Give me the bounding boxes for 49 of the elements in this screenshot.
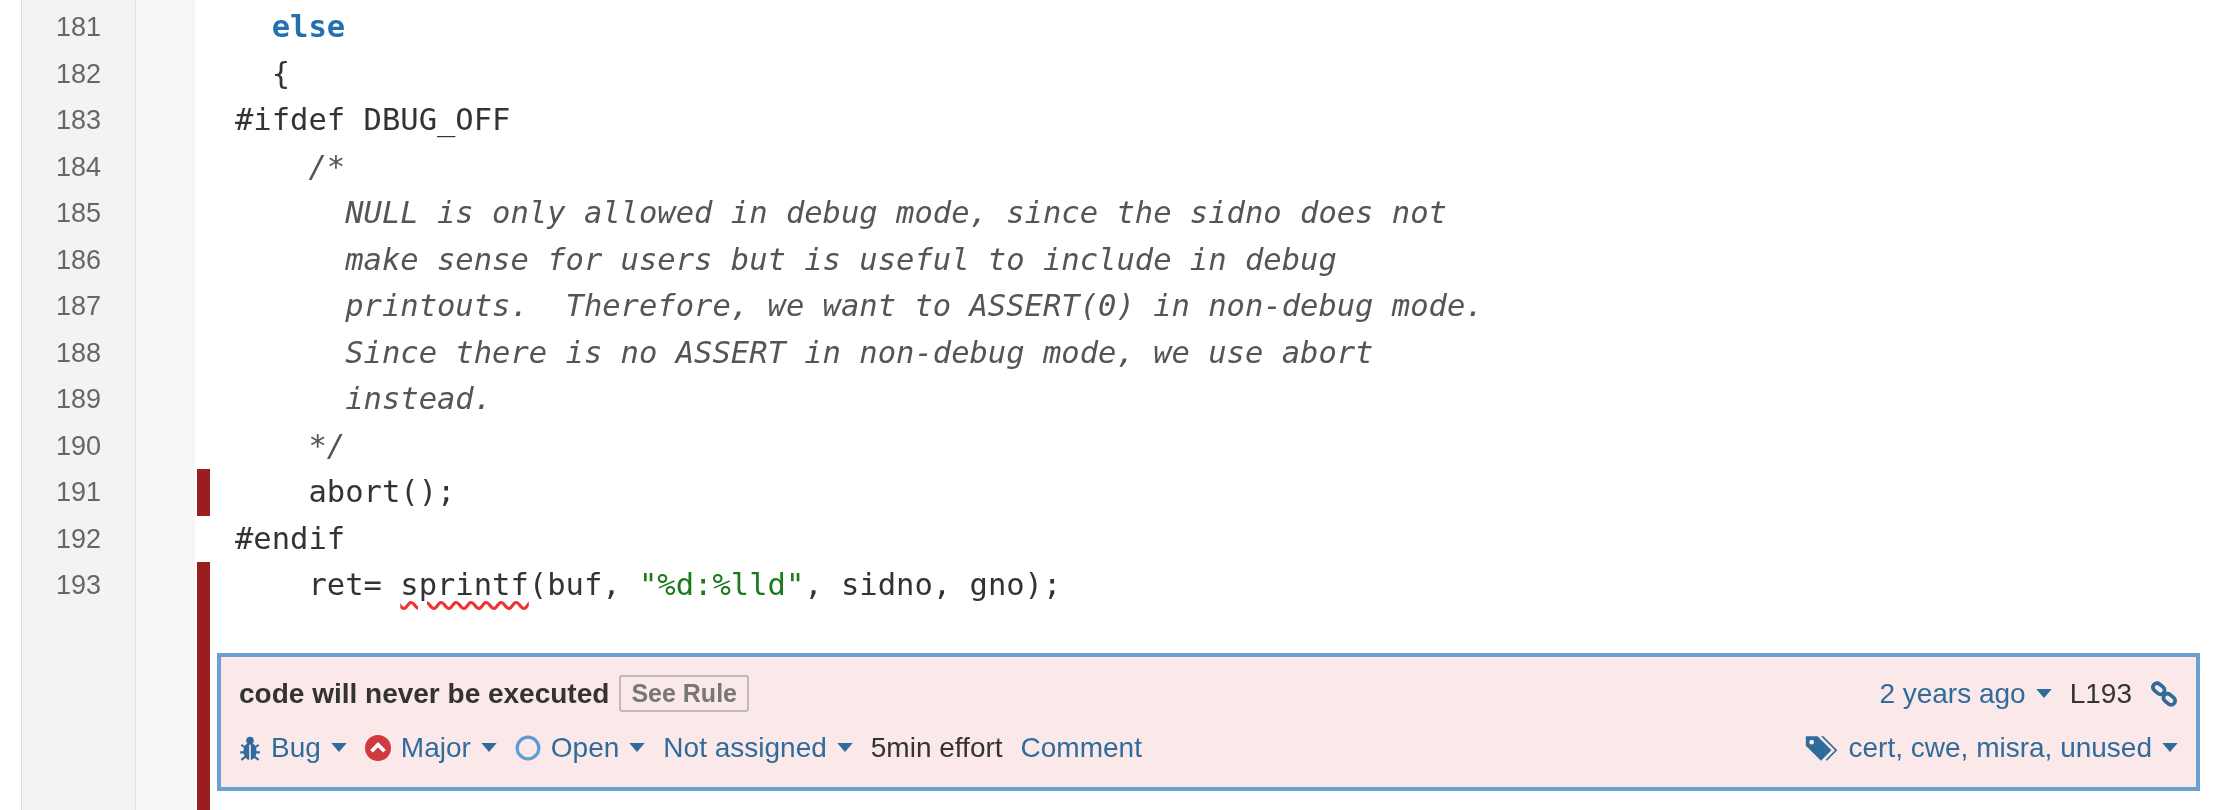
tags-dropdown[interactable]: cert, cwe, misra, unused bbox=[1802, 731, 2178, 764]
code-line: Since there is no ASSERT in non-debug mode, we use abort bbox=[344, 333, 1375, 372]
line-number: 190 bbox=[54, 429, 103, 463]
line-number: 192 bbox=[54, 522, 103, 556]
see-rule-button[interactable]: See Rule bbox=[619, 675, 749, 712]
bug-icon bbox=[239, 734, 261, 761]
code-line: NULL is only allowed in debug mode, since the sidno does not bbox=[344, 194, 1448, 232]
circle-icon bbox=[514, 734, 541, 761]
comment-link[interactable]: Comment bbox=[1020, 731, 1142, 764]
effort-label: 5min effort bbox=[870, 731, 1003, 764]
code-line: instead. bbox=[344, 380, 494, 418]
assignee-dropdown[interactable]: Not assigned bbox=[663, 731, 853, 764]
chevron-up-circle-icon bbox=[364, 734, 391, 761]
code-line: ret= sprintf(buf, "%d:%lld", sidno, gno); bbox=[307, 566, 1063, 604]
line-number: 188 bbox=[54, 336, 103, 370]
line-number: 187 bbox=[54, 290, 103, 323]
caret-icon bbox=[2035, 689, 2052, 698]
status-dropdown[interactable]: Open bbox=[514, 731, 646, 764]
code-line: #ifdef DBUG_OFF bbox=[234, 101, 512, 140]
caret-icon bbox=[629, 743, 646, 752]
code-line: printouts. Therefore, we want to ASSERT(0) in non-debug mode. bbox=[344, 287, 1485, 325]
caret-icon bbox=[330, 743, 347, 752]
issue-card[interactable]: code will never be executed See Rule 2 years ago L193 Bug Major Open Not assigned 5min effort Comment cert, cwe, misra, unused bbox=[217, 652, 2200, 791]
issue-marker bbox=[197, 469, 210, 516]
code-line: #endif bbox=[234, 519, 347, 558]
line-number: 184 bbox=[54, 150, 103, 184]
severity-dropdown[interactable]: Major bbox=[364, 731, 497, 764]
code-line: /* bbox=[307, 147, 347, 186]
date-dropdown[interactable]: 2 years ago bbox=[1879, 677, 2052, 710]
code-line: make sense for users but is useful to include in debug bbox=[344, 240, 1338, 279]
type-dropdown[interactable]: Bug bbox=[239, 731, 347, 764]
line-number: 189 bbox=[54, 383, 103, 416]
code-line: */ bbox=[307, 426, 347, 465]
caret-icon bbox=[480, 743, 497, 752]
caret-icon bbox=[836, 743, 853, 752]
code-line: abort(); bbox=[307, 473, 457, 511]
line-number: 181 bbox=[54, 11, 103, 44]
issue-message: code will never be executed bbox=[239, 677, 610, 710]
link-icon[interactable] bbox=[2150, 679, 2178, 708]
line-number: 193 bbox=[54, 569, 103, 602]
line-number: 186 bbox=[54, 243, 103, 277]
line-reference: L193 bbox=[2069, 677, 2132, 710]
line-number: 191 bbox=[54, 476, 103, 509]
line-number: 183 bbox=[54, 104, 103, 137]
line-number: 182 bbox=[54, 57, 103, 91]
code-line: { bbox=[270, 54, 292, 93]
code-line: else bbox=[270, 8, 347, 46]
caret-icon bbox=[2162, 743, 2178, 752]
line-number: 185 bbox=[54, 197, 103, 230]
